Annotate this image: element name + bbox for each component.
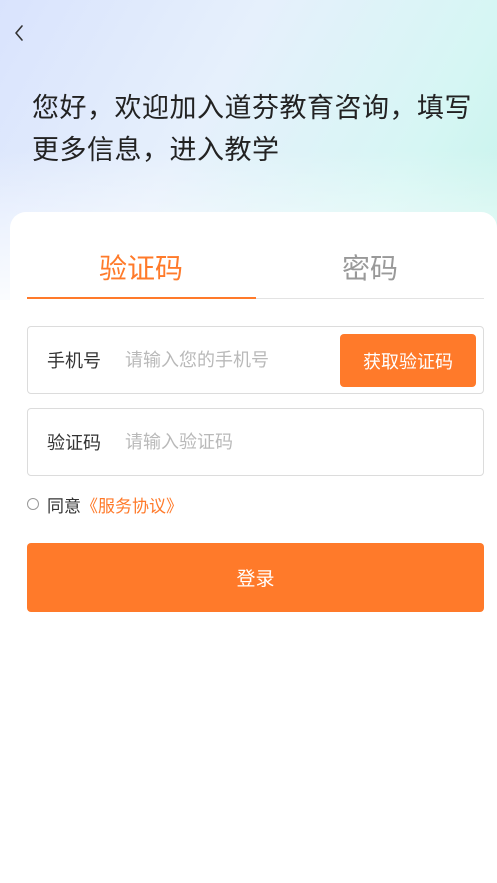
service-agreement-link[interactable]: 《服务协议》 <box>81 492 183 517</box>
phone-label: 手机号 <box>47 351 101 372</box>
tab-password[interactable]: 密码 <box>256 236 484 298</box>
back-button[interactable] <box>8 20 30 46</box>
welcome-title: 您好，欢迎加入道芬教育咨询，填写更多信息，进入教学 <box>32 93 472 166</box>
phone-input[interactable] <box>125 339 335 381</box>
phone-field: 手机号 获取验证码 <box>27 326 484 394</box>
login-page: 您好，欢迎加入道芬教育咨询，填写更多信息，进入教学 验证码 密码 手机号 获取验… <box>0 0 497 883</box>
login-method-tabs: 验证码 密码 <box>27 236 484 299</box>
agreement-radio[interactable] <box>27 498 39 510</box>
tab-verification-code[interactable]: 验证码 <box>27 236 255 298</box>
get-code-button[interactable]: 获取验证码 <box>340 334 476 387</box>
agreement-prefix: 同意 <box>47 496 81 517</box>
code-input[interactable] <box>125 421 455 463</box>
agreement-row: 同意 《服务协议》 <box>27 492 183 517</box>
chevron-left-icon <box>15 25 23 41</box>
code-label: 验证码 <box>47 433 101 454</box>
active-tab-indicator <box>27 297 256 299</box>
verification-code-field: 验证码 <box>27 408 484 476</box>
login-button[interactable]: 登录 <box>27 543 484 612</box>
